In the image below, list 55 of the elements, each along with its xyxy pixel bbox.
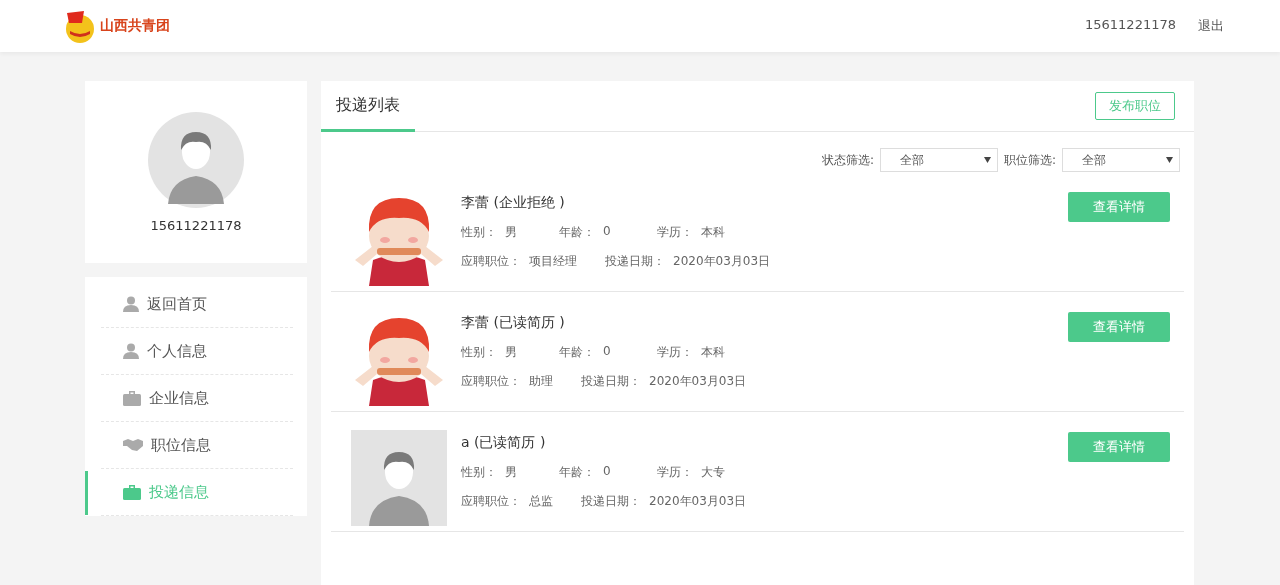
filter-dropdown[interactable]: 全部 (1062, 148, 1180, 172)
briefcase-icon (123, 484, 141, 500)
field-value: 大专 (700, 464, 725, 481)
field-label: 投递日期： (581, 493, 641, 510)
field-value: 本科 (700, 344, 725, 361)
avatar-icon (351, 430, 447, 526)
filter-dropdown[interactable]: 全部 (879, 148, 998, 172)
field-value: 0 (602, 464, 611, 480)
field-label: 应聘职位： (461, 493, 521, 510)
field-label: 学历： (657, 464, 693, 481)
field-label: 投递日期： (605, 253, 665, 270)
field-value: 助理 (528, 373, 553, 390)
person-icon (123, 296, 139, 312)
applicant-name: 李蕾 (已读简历 ) (461, 313, 566, 332)
field-value: 项目经理 (528, 253, 577, 270)
field-label: 性别： (461, 464, 497, 481)
sidebar-item[interactable]: 个人信息 (101, 328, 293, 375)
caret-icon (983, 157, 991, 163)
handshake-icon (123, 438, 143, 452)
field-label: 性别： (461, 344, 497, 361)
field-label: 年龄： (559, 224, 595, 241)
field-label: 应聘职位： (461, 253, 521, 270)
field-label: 年龄： (559, 464, 595, 481)
sidebar-item[interactable]: 企业信息 (101, 375, 293, 422)
person-icon (123, 343, 139, 359)
field-value: 本科 (700, 224, 725, 241)
field-label: 投递日期： (581, 373, 641, 390)
profile-phone: 15611221178 (150, 217, 242, 233)
field-value: 总监 (528, 493, 553, 510)
field-value: 2020年03月03日 (648, 493, 747, 510)
field-value: 男 (504, 224, 517, 241)
field-label: 年龄： (559, 344, 595, 361)
field-value: 男 (504, 344, 517, 361)
field-label: 性别： (461, 224, 497, 241)
field-value: 2020年03月03日 (648, 373, 747, 390)
avatar-icon (148, 111, 244, 208)
field-label: 应聘职位： (461, 373, 521, 390)
filter-label: 状态筛选: (821, 151, 874, 169)
applicant-name: 李蕾 (企业拒绝 ) (461, 193, 566, 212)
field-value: 0 (602, 344, 611, 360)
filter-label: 职位筛选: (1003, 151, 1056, 169)
field-label: 学历： (657, 224, 693, 241)
briefcase-icon (123, 390, 141, 406)
list-tab[interactable]: 投递列表 (321, 82, 415, 132)
user-phone: 15611221178 (1085, 17, 1176, 34)
sidebar-item[interactable]: 职位信息 (101, 422, 293, 469)
field-value: 男 (504, 464, 517, 481)
logout-link[interactable]: 退出 (1198, 17, 1224, 35)
field-value: 2020年03月03日 (672, 253, 771, 270)
applicant-name: a (已读简历 ) (461, 433, 547, 452)
logo-text: 山西共青团 (100, 17, 170, 35)
sidebar-item[interactable]: 返回首页 (101, 281, 293, 328)
caret-icon (1166, 157, 1173, 163)
field-value: 0 (602, 224, 611, 240)
field-label: 学历： (657, 344, 693, 361)
